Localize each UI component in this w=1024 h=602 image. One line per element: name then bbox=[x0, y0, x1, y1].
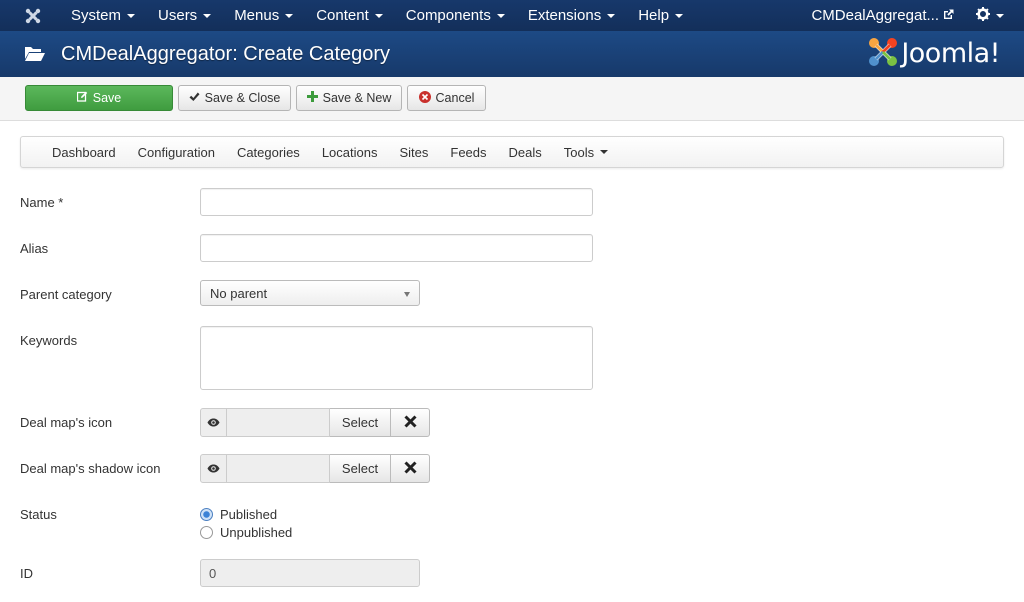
map-shadow-icon-clear-button[interactable] bbox=[391, 454, 430, 483]
preview-eye-icon[interactable] bbox=[200, 454, 227, 483]
cancel-button[interactable]: Cancel bbox=[407, 85, 486, 111]
menu-extensions-label: Extensions bbox=[527, 7, 602, 24]
check-icon bbox=[189, 91, 200, 105]
chevron-down-icon bbox=[203, 13, 212, 18]
menu-components-label: Components bbox=[405, 7, 491, 24]
map-shadow-icon-picker: Select bbox=[200, 454, 430, 483]
menu-help[interactable]: Help bbox=[626, 7, 694, 24]
status-label: Status bbox=[20, 507, 57, 522]
menu-system-label: System bbox=[71, 7, 122, 24]
chevron-down-icon bbox=[374, 13, 383, 18]
brand-text: Joomla! bbox=[901, 38, 1000, 69]
save-close-label: Save & Close bbox=[204, 91, 281, 105]
status-unpublished-label: Unpublished bbox=[220, 525, 293, 540]
map-shadow-icon-select-button[interactable]: Select bbox=[330, 454, 391, 483]
plus-icon bbox=[306, 91, 318, 105]
dropdown-arrow-icon bbox=[404, 292, 410, 297]
subnav-dashboard[interactable]: Dashboard bbox=[52, 145, 116, 160]
map-icon-label: Deal map's icon bbox=[20, 415, 113, 430]
parent-category-label: Parent category bbox=[20, 287, 112, 302]
map-shadow-select-label: Select bbox=[341, 461, 379, 476]
map-icon-clear-button[interactable] bbox=[391, 408, 430, 437]
save-new-button[interactable]: Save & New bbox=[296, 85, 402, 111]
name-field[interactable] bbox=[200, 188, 593, 216]
folder-open-icon bbox=[25, 45, 45, 64]
site-preview-link[interactable]: CMDealAggregat... bbox=[811, 7, 954, 24]
gear-icon bbox=[976, 7, 990, 24]
menu-users-label: Users bbox=[158, 7, 198, 24]
menu-help-label: Help bbox=[638, 7, 670, 24]
parent-category-select[interactable]: No parent bbox=[200, 280, 420, 306]
chevron-down-icon bbox=[496, 13, 505, 18]
toolbar: Save Save & Close Save & New Cancel bbox=[0, 77, 1024, 121]
subnav-deals[interactable]: Deals bbox=[509, 145, 542, 160]
joomla-brand: Joomla! bbox=[867, 36, 1000, 71]
subnav-feeds[interactable]: Feeds bbox=[450, 145, 486, 160]
id-value: 0 bbox=[209, 565, 217, 581]
topbar-right: CMDealAggregat... bbox=[811, 0, 1024, 31]
preview-eye-icon[interactable] bbox=[200, 408, 227, 437]
save-button-label: Save bbox=[92, 91, 122, 105]
subnav-categories[interactable]: Categories bbox=[237, 145, 300, 160]
subnav-configuration[interactable]: Configuration bbox=[138, 145, 215, 160]
page-header: CMDealAggregator: Create Category Joomla… bbox=[0, 31, 1024, 77]
menu-menus[interactable]: Menus bbox=[222, 7, 304, 24]
alias-label: Alias bbox=[20, 241, 49, 256]
keywords-field[interactable] bbox=[200, 326, 593, 390]
external-link-icon bbox=[943, 7, 954, 24]
menu-components[interactable]: Components bbox=[394, 7, 516, 24]
close-icon bbox=[403, 460, 417, 477]
name-label: Name * bbox=[20, 195, 64, 210]
chevron-down-icon bbox=[285, 13, 294, 18]
top-navbar: System Users Menus Content Components Ex… bbox=[0, 0, 1024, 31]
chevron-down-icon bbox=[600, 150, 609, 154]
alias-field[interactable] bbox=[200, 234, 593, 262]
map-icon-picker: Select bbox=[200, 408, 430, 437]
map-icon-select-button[interactable]: Select bbox=[330, 408, 391, 437]
chevron-down-icon bbox=[127, 13, 136, 18]
joomla-logo-icon bbox=[867, 36, 899, 71]
chevron-down-icon bbox=[996, 13, 1004, 18]
menu-users[interactable]: Users bbox=[146, 7, 222, 24]
chevron-down-icon bbox=[675, 13, 684, 18]
subnav-locations[interactable]: Locations bbox=[322, 145, 378, 160]
user-menu[interactable] bbox=[976, 7, 1004, 24]
menu-system[interactable]: System bbox=[59, 7, 146, 24]
id-field: 0 bbox=[200, 559, 420, 587]
menu-content-label: Content bbox=[316, 7, 369, 24]
cancel-circle-icon bbox=[418, 90, 431, 106]
save-new-label: Save & New bbox=[322, 91, 392, 105]
menu-extensions[interactable]: Extensions bbox=[516, 7, 626, 24]
map-shadow-icon-path-field[interactable] bbox=[227, 454, 330, 483]
joomla-icon[interactable] bbox=[21, 4, 45, 28]
chevron-down-icon bbox=[607, 13, 616, 18]
subnav-sites[interactable]: Sites bbox=[399, 145, 428, 160]
status-unpublished-option[interactable]: Unpublished bbox=[200, 525, 292, 540]
edit-icon bbox=[76, 91, 88, 105]
map-icon-path-field[interactable] bbox=[227, 408, 330, 437]
status-published-option[interactable]: Published bbox=[200, 507, 277, 522]
map-shadow-icon-label: Deal map's shadow icon bbox=[20, 461, 161, 476]
subnav-tools[interactable]: Tools bbox=[563, 144, 609, 160]
parent-category-value: No parent bbox=[210, 285, 268, 301]
close-icon bbox=[403, 414, 417, 431]
radio-unpublished[interactable] bbox=[200, 526, 213, 539]
save-close-button[interactable]: Save & Close bbox=[178, 85, 291, 111]
component-submenu: Dashboard Configuration Categories Locat… bbox=[20, 136, 1004, 168]
main-menu: System Users Menus Content Components Ex… bbox=[59, 7, 694, 24]
site-link-label: CMDealAggregat... bbox=[811, 7, 939, 24]
status-published-label: Published bbox=[220, 507, 278, 522]
keywords-label: Keywords bbox=[20, 333, 78, 348]
cancel-label: Cancel bbox=[435, 91, 475, 105]
radio-published[interactable] bbox=[200, 508, 213, 521]
menu-menus-label: Menus bbox=[234, 7, 280, 24]
id-label: ID bbox=[20, 566, 33, 581]
map-icon-select-label: Select bbox=[341, 415, 379, 430]
menu-content[interactable]: Content bbox=[304, 7, 394, 24]
page-title: CMDealAggregator: Create Category bbox=[61, 42, 391, 65]
save-button[interactable]: Save bbox=[25, 85, 173, 111]
subnav-tools-label: Tools bbox=[563, 144, 595, 160]
